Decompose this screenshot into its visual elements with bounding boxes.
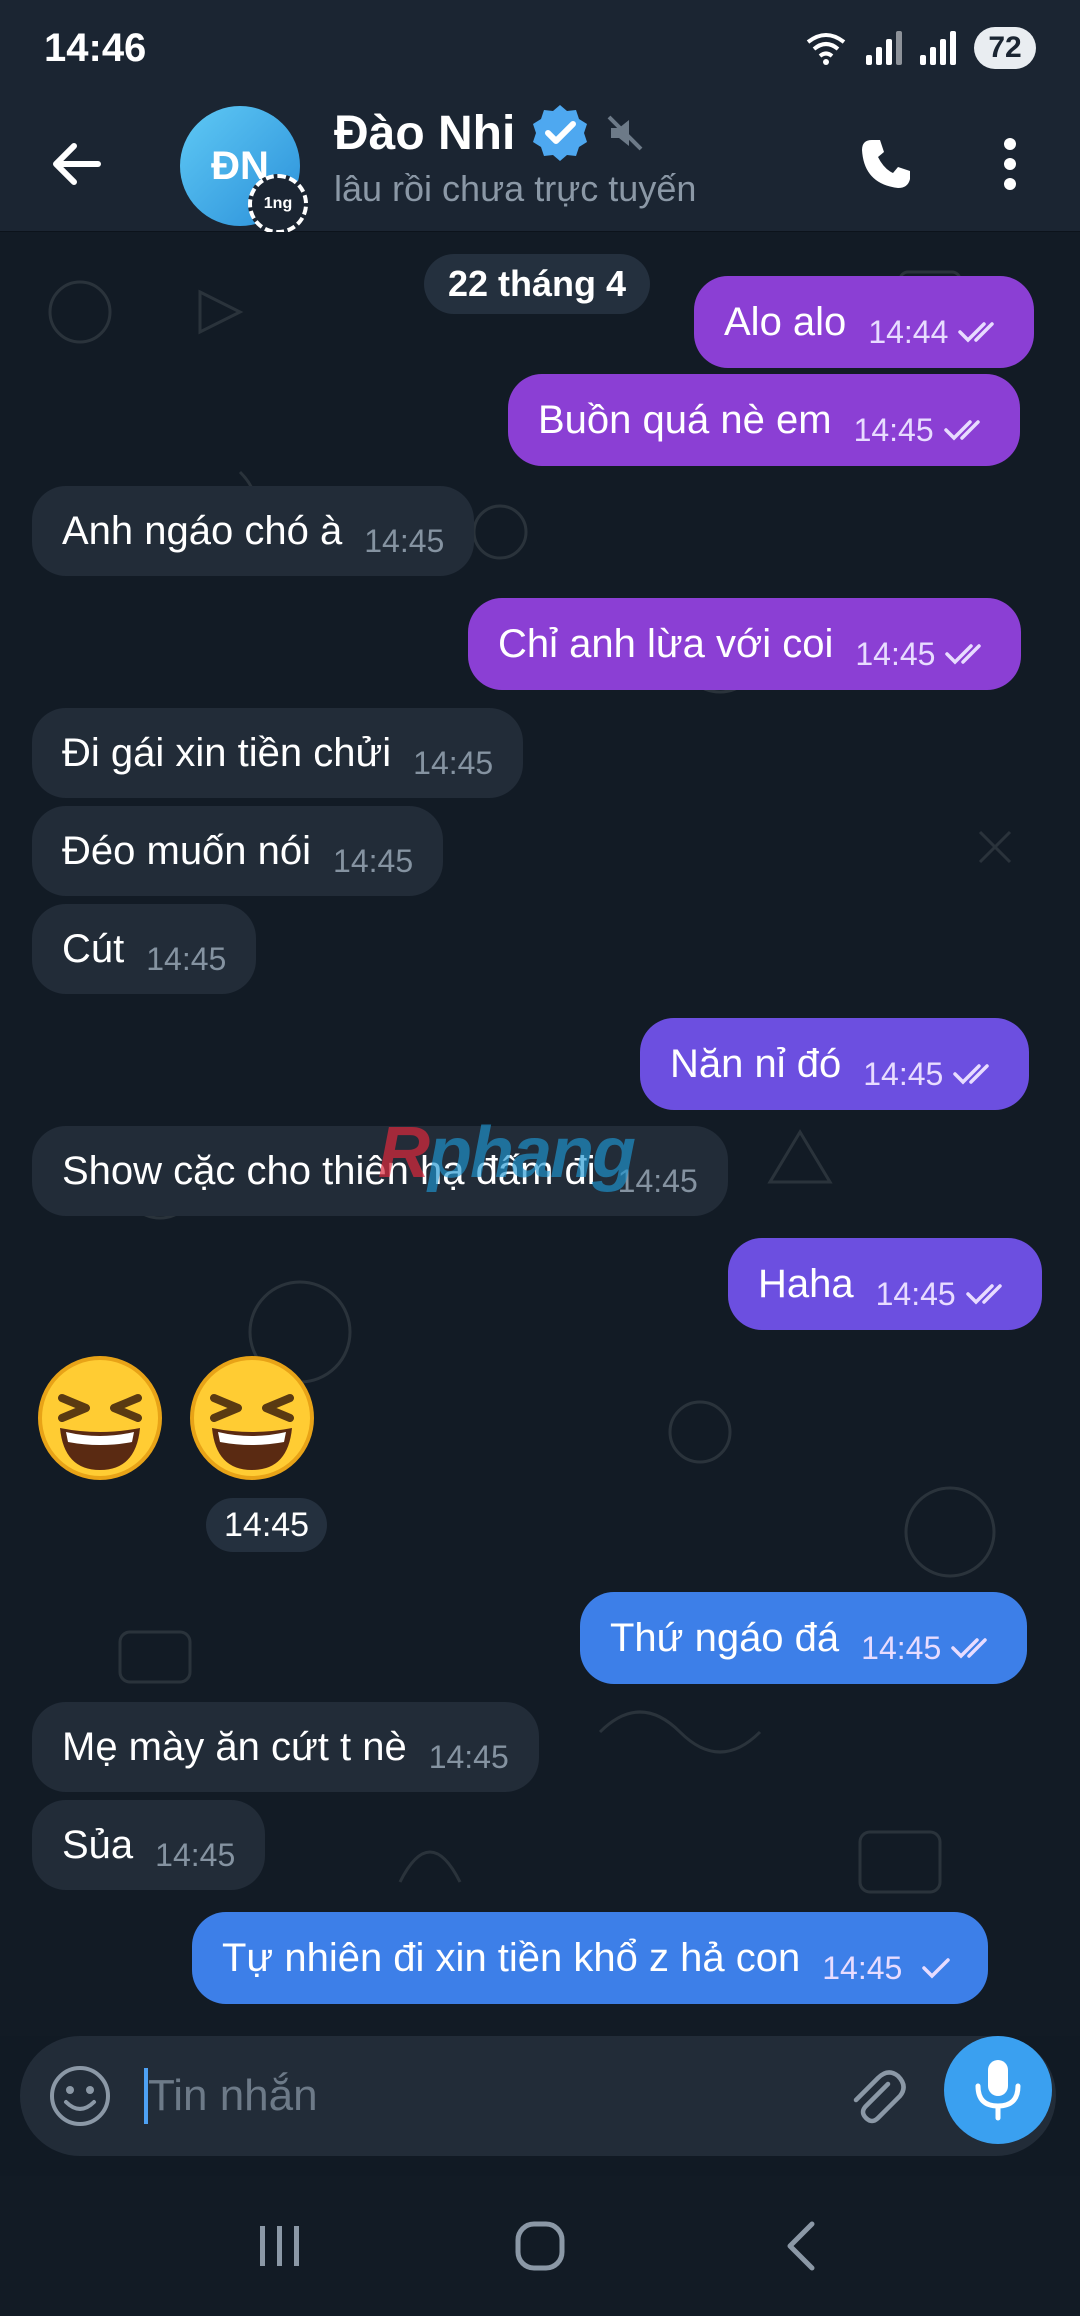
back-chevron-icon: [787, 2221, 815, 2271]
message-text: Haha: [758, 1261, 854, 1306]
system-navigation-bar: [0, 2176, 1080, 2316]
status-time: 14:46: [44, 25, 147, 70]
double-check-icon: [965, 1284, 1002, 1305]
message-time: 14:45: [822, 1949, 903, 1986]
date-separator: 22 tháng 4: [424, 254, 651, 314]
message-bubble-outgoing[interactable]: Haha 14:45: [728, 1238, 1042, 1330]
message-text: Mẹ mày ăn cứt t nè: [62, 1724, 407, 1769]
recents-icon: [260, 2226, 299, 2266]
double-check-icon: [958, 322, 995, 343]
attach-button[interactable]: [826, 2036, 926, 2156]
message-text: Cút: [62, 926, 125, 971]
message-text: Buồn quá nè em: [538, 397, 832, 442]
double-check-icon: [945, 644, 982, 665]
chat-title[interactable]: Đào Nhi lâu rồi chưa trực tuyến: [334, 102, 696, 210]
smiley-icon: [50, 2066, 110, 2126]
message-time: 14:44: [868, 313, 949, 350]
voice-record-button[interactable]: [944, 2036, 1052, 2144]
back-button[interactable]: [20, 96, 132, 232]
message-text: Đi gái xin tiền chửi: [62, 730, 392, 775]
last-seen-status: lâu rồi chưa trực tuyến: [334, 168, 697, 209]
chat-header: ĐN 1ng Đào Nhi lâu rồi chưa trực tuyến: [0, 96, 1080, 234]
message-composer: [20, 2036, 1056, 2156]
signal-strength-2-icon: [920, 31, 956, 65]
message-time: 14:45: [863, 1055, 944, 1092]
double-check-icon: [943, 420, 980, 441]
call-button[interactable]: [846, 124, 926, 204]
message-bubble-outgoing[interactable]: Alo alo 14:44: [694, 276, 1035, 368]
watermark-logo: Rphang: [378, 1113, 636, 1193]
home-button[interactable]: [490, 2196, 590, 2296]
message-text: Alo alo: [724, 299, 847, 344]
message-input[interactable]: [148, 2056, 826, 2136]
message-text: Sủa: [62, 1822, 134, 1867]
story-badge: 1ng: [248, 174, 308, 234]
message-time: 14:45: [428, 1738, 509, 1775]
grinning-squinting-face-icon[interactable]: [36, 1354, 164, 1482]
message-time: 14:45: [853, 411, 934, 448]
arrow-left-icon: [53, 143, 101, 185]
message-time: 14:45: [155, 1836, 236, 1873]
message-text: Đéo muốn nói: [62, 828, 312, 873]
message-time: 14:45: [413, 744, 494, 781]
message-bubble-outgoing[interactable]: Tự nhiên đi xin tiền khổ z hả con 14:45: [192, 1912, 989, 2004]
message-time: 14:45: [206, 1498, 328, 1552]
message-bubble-incoming[interactable]: Sủa 14:45: [32, 1800, 266, 1890]
signal-strength-icon: [866, 31, 902, 65]
message-time: 14:45: [333, 842, 414, 879]
message-list[interactable]: 22 tháng 4 Alo alo 14:44 Buồn quá nè em …: [0, 232, 1080, 2036]
wifi-icon: [806, 33, 846, 65]
recents-button[interactable]: [230, 2196, 330, 2296]
more-options-button[interactable]: [980, 124, 1040, 204]
message-text: Tự nhiên đi xin tiền khổ z hả con: [222, 1935, 801, 1980]
message-bubble-incoming[interactable]: Mẹ mày ăn cứt t nè 14:45: [32, 1702, 539, 1792]
message-bubble-incoming[interactable]: Cút 14:45: [32, 904, 257, 994]
single-check-icon: [922, 1958, 951, 1979]
nav-back-button[interactable]: [750, 2196, 850, 2296]
more-vertical-icon: [1004, 138, 1016, 190]
emoji-button[interactable]: [20, 2036, 140, 2156]
contact-name: Đào Nhi: [334, 106, 516, 160]
status-icons: 72: [804, 27, 1036, 69]
message-time: 14:45: [855, 635, 936, 672]
grinning-squinting-face-icon[interactable]: [188, 1354, 316, 1482]
battery-level: 72: [974, 27, 1036, 69]
message-bubble-outgoing[interactable]: Chỉ anh lừa với coi 14:45: [468, 598, 1022, 690]
home-icon: [515, 2221, 565, 2271]
paperclip-icon: [853, 2070, 906, 2124]
message-text: Thứ ngáo đá: [610, 1615, 840, 1660]
message-text: Năn nỉ đó: [670, 1041, 842, 1086]
message-text: Chỉ anh lừa với coi: [498, 621, 834, 666]
contact-avatar[interactable]: ĐN 1ng: [180, 106, 308, 234]
message-bubble-outgoing[interactable]: Buồn quá nè em 14:45: [508, 374, 1020, 466]
speaker-muted-icon: [607, 115, 643, 151]
message-time: 14:45: [364, 522, 445, 559]
message-time: 14:45: [146, 940, 227, 977]
message-text: Anh ngáo chó à: [62, 508, 343, 553]
double-check-icon: [951, 1638, 987, 1659]
message-bubble-incoming[interactable]: Anh ngáo chó à 14:45: [32, 486, 475, 576]
message-bubble-outgoing[interactable]: Thứ ngáo đá 14:45: [580, 1592, 1028, 1684]
message-bubble-incoming[interactable]: Đi gái xin tiền chửi 14:45: [32, 708, 524, 798]
double-check-icon: [953, 1064, 990, 1085]
status-bar: 14:46 72: [0, 0, 1080, 96]
message-time: 14:45: [861, 1629, 942, 1666]
verified-badge-icon: [533, 105, 588, 161]
message-time: 14:45: [875, 1275, 956, 1312]
message-bubble-incoming[interactable]: Đéo muốn nói 14:45: [32, 806, 444, 896]
message-bubble-outgoing[interactable]: Năn nỉ đó 14:45: [640, 1018, 1030, 1110]
phone-icon: [862, 140, 910, 188]
microphone-icon: [975, 2060, 1021, 2121]
